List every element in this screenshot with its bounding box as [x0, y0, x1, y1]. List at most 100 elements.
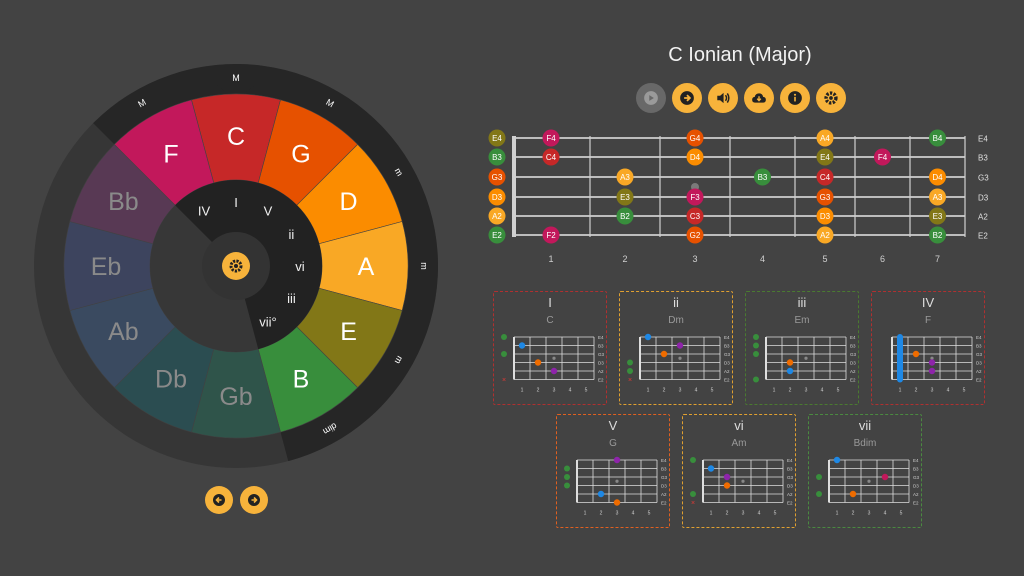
- note-label: E2: [492, 231, 502, 240]
- chord-fret-number: 2: [726, 511, 729, 517]
- finger-dot: [613, 456, 621, 464]
- open-string-indicator: [816, 491, 822, 497]
- cloud-download-icon: [752, 93, 766, 103]
- next-key-button[interactable]: [240, 486, 268, 514]
- note-label: F4: [546, 134, 556, 143]
- note-label: F3: [690, 193, 700, 202]
- fretboard-note[interactable]: E3: [616, 188, 634, 206]
- fretboard-note[interactable]: D4: [929, 168, 946, 186]
- info-icon: [788, 91, 802, 105]
- open-string-indicator: [627, 359, 633, 366]
- key-label: D: [340, 188, 358, 216]
- note-label: B2: [933, 231, 943, 240]
- open-string-note[interactable]: A2: [488, 207, 506, 225]
- chord-string-label: G3: [976, 352, 983, 357]
- fretboard-note[interactable]: A4: [816, 129, 834, 147]
- chord-string-label: D3: [787, 484, 793, 489]
- fretboard-note[interactable]: F4: [542, 129, 560, 147]
- finger-dot: [928, 367, 936, 375]
- download-button[interactable]: [744, 83, 774, 113]
- chord-string-label: E4: [787, 458, 793, 463]
- chord-fret-number: 1: [836, 511, 839, 517]
- fretboard-note[interactable]: B3: [754, 168, 771, 186]
- string-label: A2: [978, 213, 988, 222]
- chord-card-i[interactable]: I C E4 B3 G3 D3 A2 E2 1 2 3 4 5 ×: [493, 291, 607, 405]
- chord-card-v[interactable]: V G E4 B3 G3 D3 A2 E2 1 2 3 4 5: [556, 414, 670, 528]
- note-label: A3: [933, 193, 943, 202]
- chord-fret-number: 5: [648, 511, 651, 517]
- fretboard-note[interactable]: C4: [542, 148, 560, 166]
- play-button[interactable]: [636, 83, 666, 113]
- note-label: A2: [820, 231, 830, 240]
- sound-button[interactable]: [708, 83, 738, 113]
- chord-card-vii[interactable]: vii Bdim E4 B3 G3 D3 A2 E2 1 2 3 4 5: [808, 414, 922, 528]
- open-string-note[interactable]: D3: [488, 188, 506, 206]
- next-button[interactable]: [672, 83, 702, 113]
- chord-string-label: D3: [598, 361, 604, 366]
- fretboard-note[interactable]: B2: [616, 207, 634, 225]
- chord-card-ii[interactable]: ii Dm E4 B3 G3 D3 A2 E2 1 2 3 4 5 ×: [619, 291, 733, 405]
- fret-number: 1: [548, 254, 553, 264]
- note-label: E3: [620, 193, 630, 202]
- fretboard-note[interactable]: F4: [874, 148, 891, 166]
- fretboard-note[interactable]: G3: [816, 188, 834, 206]
- open-string-note[interactable]: G3: [488, 168, 506, 186]
- fretboard-note[interactable]: G2: [686, 226, 704, 244]
- chord-string-label: A2: [976, 369, 982, 374]
- fretboard-note[interactable]: E3: [929, 207, 946, 225]
- fretboard-note[interactable]: A2: [816, 226, 834, 244]
- previous-button[interactable]: [205, 486, 233, 514]
- fret-marker: [867, 479, 871, 483]
- scale-degree-label: I: [234, 195, 238, 210]
- chord-fret-number: 2: [852, 511, 855, 517]
- fretboard-note[interactable]: A3: [616, 168, 634, 186]
- fretboard-note[interactable]: C3: [686, 207, 704, 225]
- wheel-settings-button[interactable]: [222, 252, 250, 280]
- chord-fret-number: 1: [584, 511, 587, 517]
- fretboard-note[interactable]: F2: [542, 226, 560, 244]
- chord-fret-number: 5: [585, 388, 588, 394]
- fretboard-note[interactable]: D3: [816, 207, 834, 225]
- open-string-indicator: [564, 465, 570, 472]
- finger-dot: [518, 342, 526, 349]
- chord-fret-number: 2: [537, 388, 540, 394]
- open-string-note[interactable]: E2: [488, 226, 506, 244]
- fretboard-note[interactable]: D4: [686, 148, 704, 166]
- chord-card-iii[interactable]: iii Em E4 B3 G3 D3 A2 E2 1 2 3 4 5: [745, 291, 859, 405]
- note-label: A4: [820, 134, 830, 143]
- note-label: D3: [492, 193, 503, 202]
- note-label: E3: [933, 212, 943, 221]
- open-string-note[interactable]: B3: [488, 148, 506, 166]
- finger-dot: [833, 456, 841, 464]
- chord-card-vi[interactable]: vi Am E4 B3 G3 D3 A2 E2 1 2 3 4 5 ×: [682, 414, 796, 528]
- scale-degree-label: iii: [287, 291, 296, 306]
- chord-fret-number: 3: [679, 388, 682, 394]
- chord-string-label: E2: [661, 501, 667, 506]
- fretboard-note[interactable]: C4: [816, 168, 834, 186]
- chord-string-label: G3: [850, 352, 857, 357]
- fretboard-note[interactable]: F3: [686, 188, 704, 206]
- open-string-indicator: [753, 334, 759, 340]
- key-label: B: [293, 366, 310, 394]
- fretboard-note[interactable]: B4: [929, 129, 946, 147]
- fret-number: 7: [935, 254, 940, 264]
- chord-card-iv[interactable]: IV F E4 B3 G3 D3 A2 E2 1 2 3 4 5: [871, 291, 985, 405]
- open-string-note[interactable]: E4: [488, 129, 506, 147]
- scale-degree-label: V: [264, 204, 273, 219]
- finger-dot: [597, 490, 605, 498]
- fretboard-note[interactable]: G4: [686, 129, 704, 147]
- chord-string-label: B3: [661, 467, 667, 472]
- chord-string-label: E2: [913, 501, 919, 506]
- info-button[interactable]: [780, 83, 810, 113]
- mode-title: C Ionian (Major): [668, 44, 812, 66]
- open-string-indicator: [501, 334, 507, 340]
- chord-fret-number: 3: [805, 388, 808, 394]
- fretboard-note[interactable]: B2: [929, 226, 946, 244]
- settings-button[interactable]: [816, 83, 846, 113]
- fretboard-note[interactable]: A3: [929, 188, 946, 206]
- fretboard-note[interactable]: E4: [816, 148, 834, 166]
- note-label: G2: [690, 231, 701, 240]
- open-string-indicator: [690, 457, 696, 463]
- key-label: Eb: [91, 253, 122, 281]
- note-label: B4: [933, 134, 943, 143]
